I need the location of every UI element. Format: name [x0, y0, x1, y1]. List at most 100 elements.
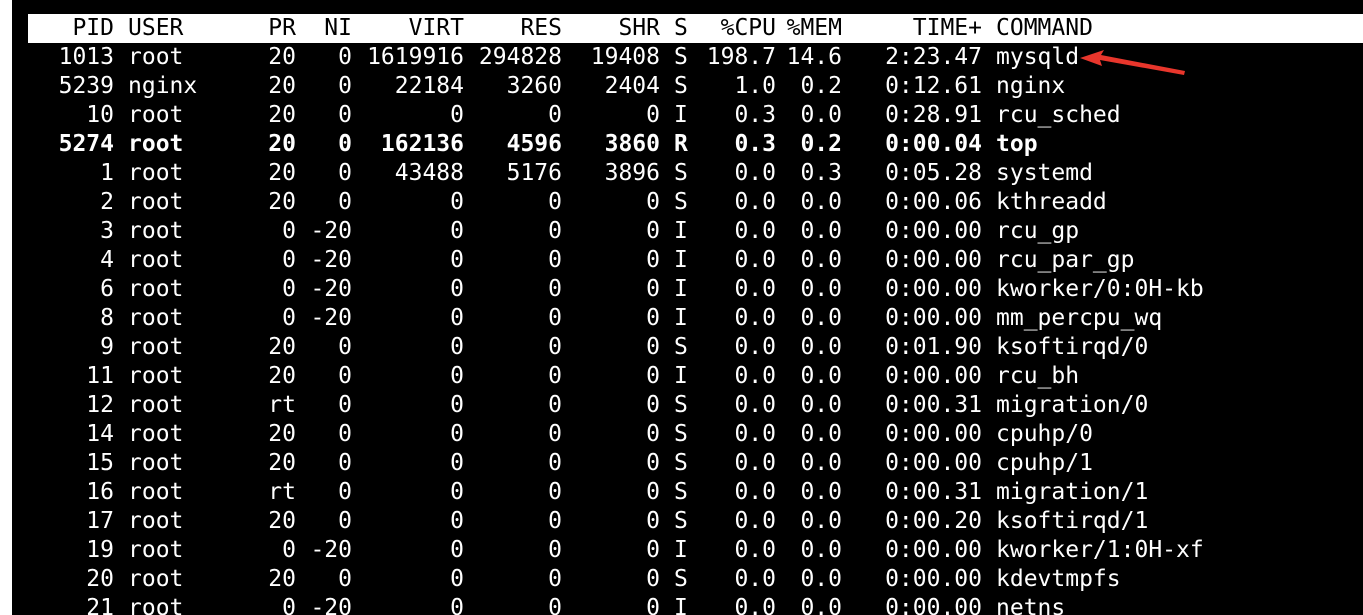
- process-command: netns: [996, 595, 1066, 615]
- process-state: I: [674, 218, 688, 244]
- process-user: root: [128, 450, 184, 476]
- column-header-state[interactable]: S: [674, 14, 694, 43]
- process-user: root: [128, 276, 184, 302]
- process-nice: 0: [338, 566, 352, 592]
- process-row[interactable]: 15 root 20 0 0 0 0 S 0.0 0.0 0:00.00 cpuhp/1: [28, 449, 1363, 478]
- process-virt: 0: [450, 276, 464, 302]
- process-time: 0:00.00: [885, 421, 982, 447]
- column-header-ni[interactable]: NI: [296, 14, 352, 43]
- process-cpu: 0.3: [734, 131, 776, 157]
- terminal-window[interactable]: PID USER PR NI VIRT RES SHR S %CPU %MEM …: [12, 0, 1363, 615]
- process-row[interactable]: 20 root 20 0 0 0 0 S 0.0 0.0 0:00.00 kdevtmpfs: [28, 565, 1363, 594]
- process-row[interactable]: 8 root 0 -20 0 0 0 I 0.0 0.0 0:00.00 mm_percpu_wq: [28, 304, 1363, 333]
- process-command: rcu_bh: [996, 363, 1080, 389]
- process-mem: 0.3: [800, 160, 842, 186]
- process-row[interactable]: 1 root 20 0 43488 5176 3896 S 0.0 0.3 0:05.28 syste…: [28, 159, 1363, 188]
- process-priority: 0: [282, 595, 296, 615]
- process-mem: 0.0: [800, 421, 842, 447]
- column-header-mem[interactable]: %MEM: [776, 14, 842, 43]
- process-row[interactable]: 14 root 20 0 0 0 0 S 0.0 0.0 0:00.00 cpuhp/0: [28, 420, 1363, 449]
- process-time: 0:05.28: [885, 160, 982, 186]
- process-cpu: 0.0: [734, 566, 776, 592]
- process-shr: 0: [646, 566, 660, 592]
- process-time: 0:00.00: [885, 450, 982, 476]
- process-command: rcu_sched: [996, 102, 1121, 128]
- process-user: root: [128, 508, 184, 534]
- process-priority: 20: [268, 189, 296, 215]
- process-row[interactable]: 16 root rt 0 0 0 0 S 0.0 0.0 0:00.31 migration/1: [28, 478, 1363, 507]
- process-virt: 0: [450, 479, 464, 505]
- process-res: 0: [548, 276, 562, 302]
- process-mem: 0.0: [800, 218, 842, 244]
- process-command: kdevtmpfs: [996, 566, 1121, 592]
- process-time: 0:00.00: [885, 218, 982, 244]
- process-shr: 0: [646, 508, 660, 534]
- process-row[interactable]: 5274 root 20 0 162136 4596 3860 R 0.3 0.2 0:00.04 t…: [28, 130, 1363, 159]
- process-shr: 19408: [590, 44, 660, 70]
- process-row[interactable]: 2 root 20 0 0 0 0 S 0.0 0.0 0:00.06 kthreadd: [28, 188, 1363, 217]
- process-time: 0:00.00: [885, 537, 982, 563]
- process-cpu: 0.0: [734, 595, 776, 615]
- process-row[interactable]: 17 root 20 0 0 0 0 S 0.0 0.0 0:00.20 ksoftirqd/1: [28, 507, 1363, 536]
- process-command: kworker/1:0H-xf: [996, 537, 1204, 563]
- process-row[interactable]: 3 root 0 -20 0 0 0 I 0.0 0.0 0:00.00 rcu_gp: [28, 217, 1363, 246]
- process-nice: -20: [310, 305, 352, 331]
- column-header-pid[interactable]: PID: [28, 14, 114, 43]
- process-virt: 0: [450, 566, 464, 592]
- process-state: R: [674, 131, 688, 157]
- process-row[interactable]: 11 root 20 0 0 0 0 I 0.0 0.0 0:00.00 rcu_bh: [28, 362, 1363, 391]
- process-row[interactable]: 10 root 20 0 0 0 0 I 0.3 0.0 0:28.91 rcu_sched: [28, 101, 1363, 130]
- process-time: 0:00.31: [885, 479, 982, 505]
- process-pid: 9: [100, 334, 114, 360]
- column-header-command[interactable]: COMMAND: [996, 14, 1356, 43]
- process-res: 0: [548, 566, 562, 592]
- process-priority: rt: [268, 479, 296, 505]
- process-shr: 0: [646, 305, 660, 331]
- process-pid: 12: [86, 392, 114, 418]
- process-nice: -20: [310, 276, 352, 302]
- process-row[interactable]: 4 root 0 -20 0 0 0 I 0.0 0.0 0:00.00 rcu_par_gp: [28, 246, 1363, 275]
- column-header-res[interactable]: RES: [464, 14, 562, 43]
- process-shr: 0: [646, 363, 660, 389]
- process-cpu: 198.7: [706, 44, 776, 70]
- process-user: root: [128, 479, 184, 505]
- process-priority: 20: [268, 102, 296, 128]
- process-cpu: 0.0: [734, 421, 776, 447]
- process-user: root: [128, 595, 184, 615]
- process-state: I: [674, 276, 688, 302]
- process-command: mm_percpu_wq: [996, 305, 1163, 331]
- column-header-virt[interactable]: VIRT: [352, 14, 464, 43]
- process-time: 0:00.00: [885, 595, 982, 615]
- process-mem: 14.6: [786, 44, 842, 70]
- process-cpu: 0.0: [734, 160, 776, 186]
- process-mem: 0.2: [800, 73, 842, 99]
- process-time: 0:00.31: [885, 392, 982, 418]
- process-res: 0: [548, 421, 562, 447]
- column-header-shr[interactable]: SHR: [562, 14, 660, 43]
- process-user: root: [128, 131, 184, 157]
- process-priority: 20: [268, 363, 296, 389]
- process-time: 0:00.00: [885, 566, 982, 592]
- process-virt: 0: [450, 102, 464, 128]
- process-virt: 0: [450, 247, 464, 273]
- process-row[interactable]: 19 root 0 -20 0 0 0 I 0.0 0.0 0:00.00 kworker/1:0H-…: [28, 536, 1363, 565]
- process-priority: 0: [282, 247, 296, 273]
- process-priority: 20: [268, 44, 296, 70]
- column-header-user[interactable]: USER: [128, 14, 258, 43]
- process-state: S: [674, 508, 688, 534]
- process-row[interactable]: 12 root rt 0 0 0 0 S 0.0 0.0 0:00.31 migration/0: [28, 391, 1363, 420]
- process-time: 0:01.90: [885, 334, 982, 360]
- column-header-pr[interactable]: PR: [240, 14, 296, 43]
- process-user: root: [128, 566, 184, 592]
- process-priority: 20: [268, 566, 296, 592]
- process-cpu: 0.0: [734, 334, 776, 360]
- process-user: root: [128, 160, 184, 186]
- process-row[interactable]: 9 root 20 0 0 0 0 S 0.0 0.0 0:01.90 ksoftirqd/0: [28, 333, 1363, 362]
- column-header-time[interactable]: TIME+: [842, 14, 982, 43]
- column-header-cpu[interactable]: %CPU: [700, 14, 776, 43]
- process-row[interactable]: 6 root 0 -20 0 0 0 I 0.0 0.0 0:00.00 kworker/0:0H-k…: [28, 275, 1363, 304]
- process-priority: 20: [268, 131, 296, 157]
- process-shr: 0: [646, 334, 660, 360]
- process-res: 294828: [478, 44, 562, 70]
- process-row[interactable]: 21 root 0 -20 0 0 0 I 0.0 0.0 0:00.00 netns: [28, 594, 1363, 615]
